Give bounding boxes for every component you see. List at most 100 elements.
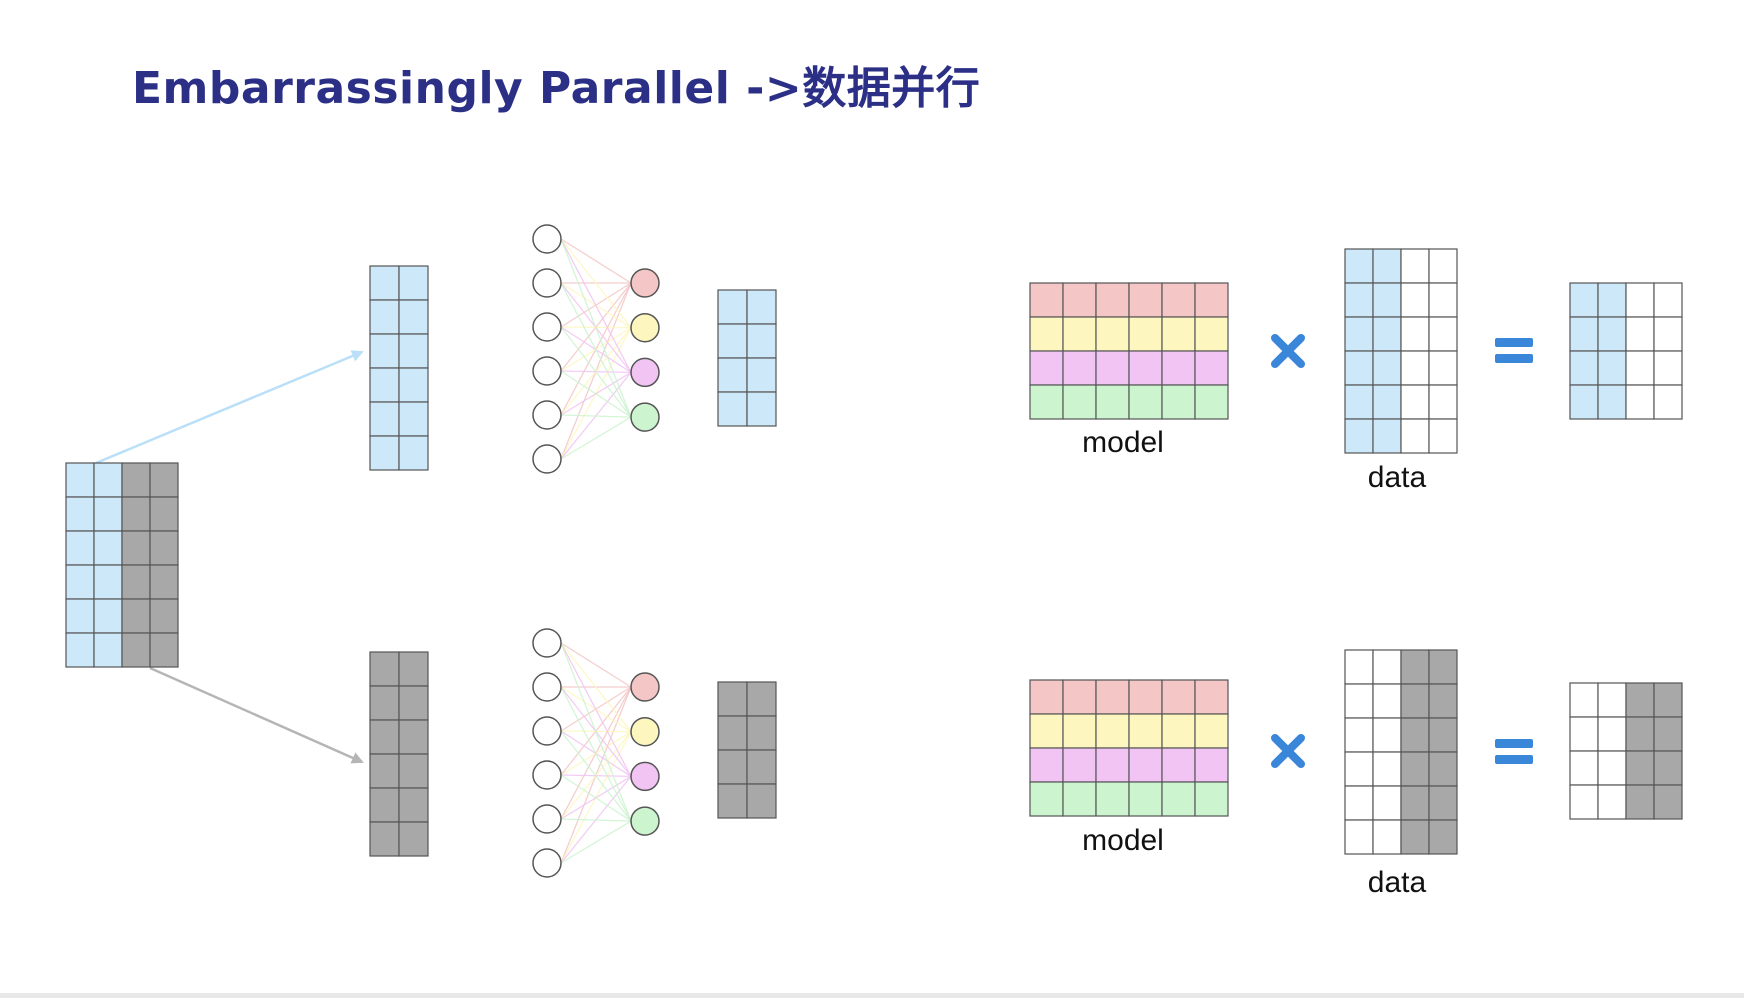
result-matrix-bottom: [1569, 682, 1683, 820]
grid-cell: [121, 598, 151, 634]
grid-cell: [1653, 750, 1683, 786]
grid-cell: [149, 598, 179, 634]
grid-cell: [121, 462, 151, 498]
grid-cell: [369, 719, 400, 755]
grid-cell: [1344, 418, 1374, 454]
grid-cell: [1400, 384, 1430, 420]
grid-cell: [398, 787, 429, 823]
model-cell: [1128, 747, 1163, 783]
neural-network-top: [532, 224, 660, 474]
model-cell: [1095, 350, 1130, 386]
slide: Embarrassingly Parallel ->数据并行 model dat…: [0, 0, 1744, 998]
grid-cell: [65, 632, 95, 668]
grid-cell: [121, 632, 151, 668]
grid-cell: [1428, 350, 1458, 386]
grid-cell: [1569, 384, 1599, 420]
grid-cell: [398, 821, 429, 857]
model-cell: [1095, 747, 1130, 783]
grid-cell: [1400, 683, 1430, 719]
grid-cell: [1372, 350, 1402, 386]
grid-cell: [1653, 350, 1683, 386]
grid-cell: [1372, 248, 1402, 284]
model-cell: [1029, 781, 1064, 817]
grid-cell: [369, 401, 400, 437]
nn-edge: [560, 238, 632, 284]
model-cell: [1029, 679, 1064, 715]
model-cell: [1062, 384, 1097, 420]
model-cell: [1029, 713, 1064, 749]
model-cell: [1194, 316, 1229, 352]
split-arrow-bottom: [149, 666, 364, 764]
grid-cell: [149, 530, 179, 566]
nn-input-node: [532, 444, 562, 474]
model-cell: [1029, 282, 1064, 318]
split-arrow-top: [95, 350, 364, 465]
multiply-icon: [1271, 734, 1305, 768]
grid-cell: [1569, 282, 1599, 318]
grid-cell: [717, 357, 748, 393]
grid-cell: [369, 753, 400, 789]
grid-cell: [398, 685, 429, 721]
nn-input-node: [532, 356, 562, 386]
model-cell: [1194, 679, 1229, 715]
nn-output-node: [630, 312, 660, 343]
model-cell: [1029, 350, 1064, 386]
grid-cell: [65, 496, 95, 532]
grid-cell: [369, 265, 400, 301]
grid-cell: [1400, 717, 1430, 753]
model-cell: [1161, 713, 1196, 749]
model-cell: [1194, 781, 1229, 817]
grid-cell: [1653, 316, 1683, 352]
grid-cell: [1625, 384, 1655, 420]
grid-cell: [1400, 649, 1430, 685]
nn-input-node: [532, 760, 562, 790]
grid-cell: [121, 496, 151, 532]
grid-cell: [1597, 350, 1627, 386]
grid-cell: [717, 681, 748, 717]
grid-cell: [93, 632, 123, 668]
grid-cell: [1569, 316, 1599, 352]
model-label-top: model: [1082, 426, 1164, 459]
equals-icon: [1495, 739, 1533, 764]
grid-cell: [1597, 716, 1627, 752]
model-cell: [1095, 713, 1130, 749]
grid-cell: [717, 715, 748, 751]
grid-cell: [93, 496, 123, 532]
grid-cell: [369, 651, 400, 687]
grid-cell: [1400, 316, 1430, 352]
nn-edge: [560, 238, 632, 373]
grid-cell: [1569, 784, 1599, 820]
grid-cell: [1372, 649, 1402, 685]
model-cell: [1029, 747, 1064, 783]
grid-cell: [1400, 418, 1430, 454]
data-parallel-diagram: model data model data: [65, 224, 1683, 899]
nn-input-node: [532, 224, 562, 254]
grid-cell: [369, 299, 400, 335]
grid-cell: [1653, 682, 1683, 718]
grid-cell: [1372, 683, 1402, 719]
multiply-icon: [1271, 334, 1305, 368]
nn-output-node: [630, 357, 660, 388]
model-cell: [1194, 282, 1229, 318]
model-matrix-bottom: [1029, 679, 1229, 817]
grid-cell: [398, 299, 429, 335]
grid-cell: [1372, 785, 1402, 821]
grid-cell: [149, 462, 179, 498]
data-matrix-top: [1344, 248, 1458, 454]
grid-cell: [746, 783, 777, 819]
grid-cell: [1372, 418, 1402, 454]
model-cell: [1095, 282, 1130, 318]
model-label-bottom: model: [1082, 824, 1164, 857]
nn-input-node: [532, 804, 562, 834]
output-blue: [717, 289, 777, 427]
grid-cell: [1653, 384, 1683, 420]
model-cell: [1194, 384, 1229, 420]
grid-cell: [1344, 248, 1374, 284]
nn-output-node: [630, 716, 660, 747]
neural-network-bottom: [532, 628, 660, 878]
grid-cell: [1428, 751, 1458, 787]
model-cell: [1161, 350, 1196, 386]
data-shard-gray: [369, 651, 429, 857]
grid-cell: [1372, 717, 1402, 753]
nn-input-node: [532, 716, 562, 746]
